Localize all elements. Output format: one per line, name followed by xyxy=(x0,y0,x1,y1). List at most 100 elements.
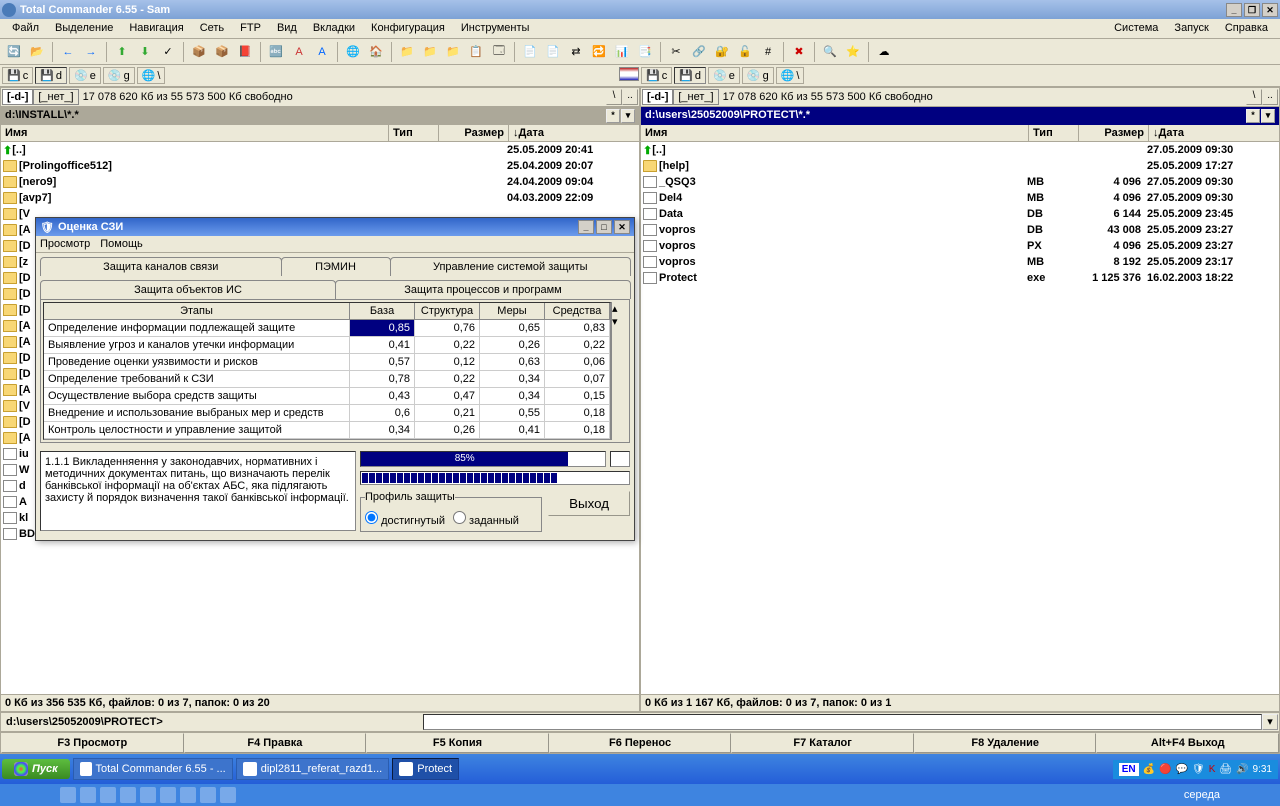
up-button-left[interactable]: .. xyxy=(622,89,638,105)
ql-icon[interactable] xyxy=(200,787,216,803)
menu-net[interactable]: Сеть xyxy=(192,19,232,38)
exit-button[interactable]: Выход xyxy=(548,491,630,516)
minimize-button[interactable]: _ xyxy=(1226,3,1242,17)
grid-scroll[interactable]: ▴▾ xyxy=(611,302,627,440)
tray-icon[interactable]: 🔊 xyxy=(1236,764,1248,775)
tab-channels[interactable]: Защита каналов связи xyxy=(40,257,282,276)
decode-icon[interactable]: 🔓 xyxy=(735,42,755,62)
file-row[interactable]: _QSQ3MB4 09627.05.2009 09:30 xyxy=(641,174,1279,190)
file-row[interactable]: [nero9]24.04.2009 09:04 xyxy=(1,174,639,190)
dialog-menu-view[interactable]: Просмотр xyxy=(40,238,90,250)
file-row[interactable]: DataDB6 14425.05.2009 23:45 xyxy=(641,206,1279,222)
menu-view[interactable]: Вид xyxy=(269,19,305,38)
ql-icon[interactable] xyxy=(220,787,236,803)
col-ext-left[interactable]: Тип xyxy=(389,125,439,141)
file-list-right[interactable]: ⬆[..]27.05.2009 09:30[help]25.05.2009 17… xyxy=(641,142,1279,694)
ql-icon[interactable] xyxy=(100,787,116,803)
verify-icon[interactable]: ✓ xyxy=(158,42,178,62)
drive-net-left[interactable]: 🌐 \ xyxy=(137,67,166,84)
task-item[interactable]: Protect xyxy=(392,758,459,780)
list-icon[interactable]: 📋 xyxy=(466,42,486,62)
path-bar-left[interactable]: d:\INSTALL\*.* *▾ xyxy=(1,107,639,125)
folder3-icon[interactable]: 📁 xyxy=(443,42,463,62)
root-button-left[interactable]: \ xyxy=(606,89,622,105)
dialog-close[interactable]: ✕ xyxy=(614,220,630,234)
ql-icon[interactable] xyxy=(60,787,76,803)
tray-icon[interactable]: 🖨 xyxy=(1219,764,1232,775)
tray-icon[interactable]: 🔴 xyxy=(1159,764,1171,775)
f6-button[interactable]: F6 Перенос xyxy=(549,733,732,753)
ql-icon[interactable] xyxy=(140,787,156,803)
up-button-right[interactable]: .. xyxy=(1262,89,1278,105)
menu-help[interactable]: Справка xyxy=(1217,19,1276,38)
pack-icon[interactable]: ⬆ xyxy=(112,42,132,62)
fav-btn-right[interactable]: ▾ xyxy=(1261,109,1275,123)
tab-processes[interactable]: Защита процессов и программ xyxy=(335,280,631,299)
hist-btn-right[interactable]: * xyxy=(1246,109,1260,123)
fav-btn-left[interactable]: ▾ xyxy=(621,109,635,123)
connect-icon[interactable]: 📂 xyxy=(27,42,47,62)
drive-net-right[interactable]: 🌐 \ xyxy=(776,67,805,84)
dialog-minimize[interactable]: _ xyxy=(578,220,594,234)
command-input[interactable] xyxy=(423,714,1262,730)
grid-row[interactable]: Проведение оценки уязвимости и рисков0,5… xyxy=(44,354,610,371)
refresh-icon[interactable]: 🔄 xyxy=(4,42,24,62)
drive-d-left[interactable]: 💾 d xyxy=(35,67,67,84)
crc-icon[interactable]: # xyxy=(758,42,778,62)
tab-objects[interactable]: Защита объектов ИС xyxy=(40,280,336,299)
ql-icon[interactable] xyxy=(120,787,136,803)
dialog-maximize[interactable]: □ xyxy=(596,220,612,234)
back-icon[interactable]: ← xyxy=(58,42,78,62)
maximize-button[interactable]: ❐ xyxy=(1244,3,1260,17)
unpack-icon[interactable]: ⬇ xyxy=(135,42,155,62)
swap-icon[interactable]: ⇄ xyxy=(566,42,586,62)
grid-col-measures[interactable]: Меры xyxy=(480,303,545,319)
drive-e-left[interactable]: 💿 e xyxy=(69,67,101,84)
drive-d-right[interactable]: 💾 d xyxy=(674,67,706,84)
folder1-icon[interactable]: 📁 xyxy=(397,42,417,62)
lang-indicator[interactable]: EN xyxy=(1119,763,1139,776)
menu-nav[interactable]: Навигация xyxy=(121,19,191,38)
f5-button[interactable]: F5 Копия xyxy=(366,733,549,753)
file-row[interactable]: Protectexe1 125 37616.02.2003 18:22 xyxy=(641,270,1279,286)
split-icon[interactable]: ✂ xyxy=(666,42,686,62)
start-button[interactable]: Пуск xyxy=(2,759,70,779)
drive-c-left[interactable]: 💾 c xyxy=(2,67,33,84)
archive-icon[interactable]: 📦 xyxy=(189,42,209,62)
col-date-right[interactable]: ↓Дата xyxy=(1149,125,1279,141)
grid-row[interactable]: Контроль целостности и управление защито… xyxy=(44,422,610,439)
folder2-icon[interactable]: 📁 xyxy=(420,42,440,62)
grid-col-means[interactable]: Средства xyxy=(545,303,610,319)
menu-config[interactable]: Конфигурация xyxy=(363,19,453,38)
drive-c-right[interactable]: 💾 c xyxy=(641,67,672,84)
drive-e-right[interactable]: 💿 e xyxy=(708,67,740,84)
f4-button[interactable]: F4 Правка xyxy=(184,733,367,753)
browser-icon[interactable]: 🌐 xyxy=(343,42,363,62)
home-icon[interactable]: 🏠 xyxy=(366,42,386,62)
grid-row[interactable]: Выявление угроз и каналов утечки информа… xyxy=(44,337,610,354)
file-row[interactable]: ⬆[..]27.05.2009 09:30 xyxy=(641,142,1279,158)
ql-icon[interactable] xyxy=(160,787,176,803)
clock[interactable]: 9:31 xyxy=(1253,764,1272,775)
forward-icon[interactable]: → xyxy=(81,42,101,62)
archive3-icon[interactable]: 📕 xyxy=(235,42,255,62)
sort3-icon[interactable]: A xyxy=(312,42,332,62)
find-icon[interactable]: 🔍 xyxy=(820,42,840,62)
file-row[interactable]: ⬆[..]25.05.2009 20:41 xyxy=(1,142,639,158)
close-button[interactable]: ✕ xyxy=(1262,3,1278,17)
grid-row[interactable]: Определение требований к СЗИ0,780,220,34… xyxy=(44,371,610,388)
dialog-menu-help[interactable]: Помощь xyxy=(100,238,143,250)
radio-achieved[interactable]: достигнутый xyxy=(365,511,445,527)
grid-row[interactable]: Определение информации подлежащей защите… xyxy=(44,320,610,337)
col-name-right[interactable]: Имя xyxy=(641,125,1029,141)
hist-btn-left[interactable]: * xyxy=(606,109,620,123)
archive2-icon[interactable]: 📦 xyxy=(212,42,232,62)
star-icon[interactable]: ⭐ xyxy=(843,42,863,62)
col-name-left[interactable]: Имя xyxy=(1,125,389,141)
tab-control[interactable]: Управление системой защиты xyxy=(390,257,632,276)
task-item[interactable]: Total Commander 6.55 - ... xyxy=(73,758,233,780)
drive-g-right[interactable]: 💿 g xyxy=(742,67,774,84)
tab-pemin[interactable]: ПЭМИН xyxy=(281,257,391,276)
col-size-left[interactable]: Размер xyxy=(439,125,509,141)
drive-g-left[interactable]: 💿 g xyxy=(103,67,135,84)
